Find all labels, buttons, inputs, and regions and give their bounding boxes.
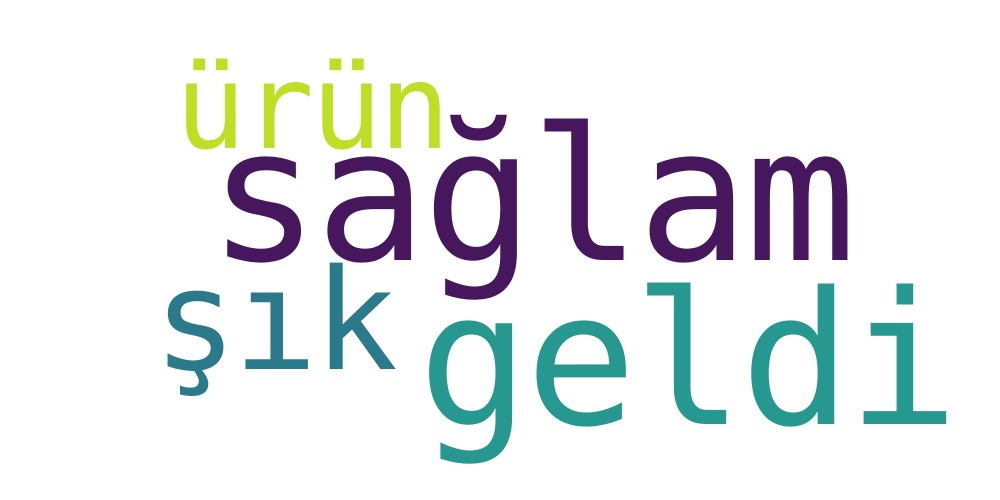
- word-geldi: geldi: [418, 252, 959, 468]
- word-cloud: ürün sağlam şık geldi: [0, 0, 1000, 500]
- word-sik: şık: [153, 240, 398, 403]
